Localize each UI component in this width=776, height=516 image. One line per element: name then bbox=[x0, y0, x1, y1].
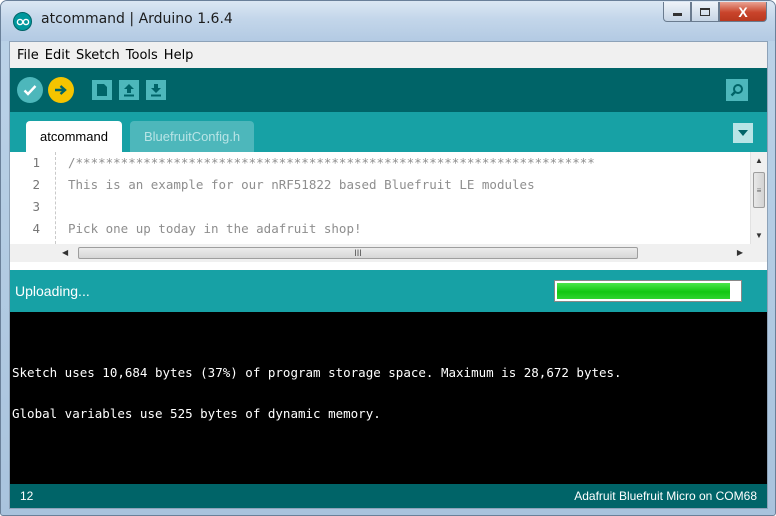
app-window: atcommand | Arduino 1.6.4 X File Edit Sk… bbox=[0, 0, 776, 516]
client-area: File Edit Sketch Tools Help atcommand Bl… bbox=[9, 41, 768, 509]
board-port-info: Adafruit Bluefruit Micro on COM68 bbox=[574, 489, 757, 503]
arrow-down-icon bbox=[151, 84, 161, 97]
status-message: Uploading... bbox=[15, 283, 90, 299]
close-button[interactable]: X bbox=[719, 2, 767, 22]
document-icon bbox=[97, 84, 107, 96]
console-line: Sketch uses 10,684 bytes (37%) of progra… bbox=[12, 365, 622, 380]
verify-button[interactable] bbox=[17, 77, 43, 103]
code-line[interactable]: /***************************************… bbox=[68, 152, 595, 174]
progress-fill bbox=[557, 283, 730, 299]
toolbar bbox=[10, 68, 767, 112]
menu-tools[interactable]: Tools bbox=[123, 48, 161, 63]
maximize-icon bbox=[700, 7, 710, 16]
horizontal-scrollbar[interactable]: ◀ III ▶ bbox=[56, 244, 767, 262]
editor-gap bbox=[10, 262, 767, 270]
scroll-right-arrow-icon[interactable]: ▶ bbox=[737, 248, 743, 257]
title-bar[interactable]: atcommand | Arduino 1.6.4 X bbox=[1, 1, 775, 41]
arrow-right-icon bbox=[55, 85, 67, 95]
scroll-left-arrow-icon[interactable]: ◀ bbox=[62, 248, 68, 257]
status-bar: Uploading... bbox=[10, 270, 767, 312]
menu-sketch[interactable]: Sketch bbox=[73, 48, 123, 63]
tab-menu-button[interactable] bbox=[733, 123, 753, 143]
arrow-up-icon bbox=[124, 84, 134, 97]
maximize-button[interactable] bbox=[691, 2, 719, 22]
tab-bluefruitconfig[interactable]: BluefruitConfig.h bbox=[130, 121, 255, 152]
bottom-status-bar: 12 Adafruit Bluefruit Micro on COM68 bbox=[10, 484, 767, 508]
scroll-up-arrow-icon[interactable]: ▲ bbox=[755, 156, 763, 165]
menu-help[interactable]: Help bbox=[161, 48, 197, 63]
new-sketch-button[interactable] bbox=[92, 80, 112, 100]
vertical-scroll-thumb[interactable]: ≡ bbox=[753, 172, 765, 208]
menu-edit[interactable]: Edit bbox=[42, 48, 73, 63]
line-number: 2 bbox=[32, 177, 40, 192]
console-line: Global variables use 525 bytes of dynami… bbox=[12, 406, 381, 421]
code-line[interactable]: Pick one up today in the adafruit shop! bbox=[68, 218, 362, 240]
triangle-down-icon bbox=[738, 130, 748, 136]
arduino-logo-icon bbox=[13, 12, 32, 31]
minimize-button[interactable] bbox=[663, 2, 691, 22]
upload-progress-bar bbox=[554, 280, 742, 302]
close-icon: X bbox=[738, 3, 748, 20]
tab-bar: atcommand BluefruitConfig.h bbox=[10, 112, 767, 152]
save-button[interactable] bbox=[146, 80, 166, 100]
vertical-scrollbar[interactable]: ▲ ≡ ▼ bbox=[750, 152, 767, 244]
checkmark-icon bbox=[23, 85, 37, 96]
open-button[interactable] bbox=[119, 80, 139, 100]
console-output[interactable]: Sketch uses 10,684 bytes (37%) of progra… bbox=[10, 312, 767, 484]
serial-monitor-button[interactable] bbox=[726, 79, 748, 101]
magnifier-icon bbox=[730, 84, 743, 97]
horizontal-scroll-thumb[interactable]: III bbox=[78, 247, 638, 259]
window-title: atcommand | Arduino 1.6.4 bbox=[41, 11, 233, 27]
line-number: 4 bbox=[32, 221, 40, 236]
menu-file[interactable]: File bbox=[14, 48, 42, 63]
code-editor[interactable]: 1 /*************************************… bbox=[10, 152, 767, 244]
scroll-down-arrow-icon[interactable]: ▼ bbox=[755, 231, 763, 240]
minimize-icon bbox=[672, 13, 682, 16]
menu-bar: File Edit Sketch Tools Help bbox=[10, 42, 767, 68]
line-number: 3 bbox=[32, 199, 40, 214]
upload-button[interactable] bbox=[48, 77, 74, 103]
tab-atcommand[interactable]: atcommand bbox=[26, 121, 122, 152]
line-number: 1 bbox=[32, 155, 40, 170]
current-line-number: 12 bbox=[20, 489, 34, 503]
code-line[interactable]: This is an example for our nRF51822 base… bbox=[68, 174, 535, 196]
